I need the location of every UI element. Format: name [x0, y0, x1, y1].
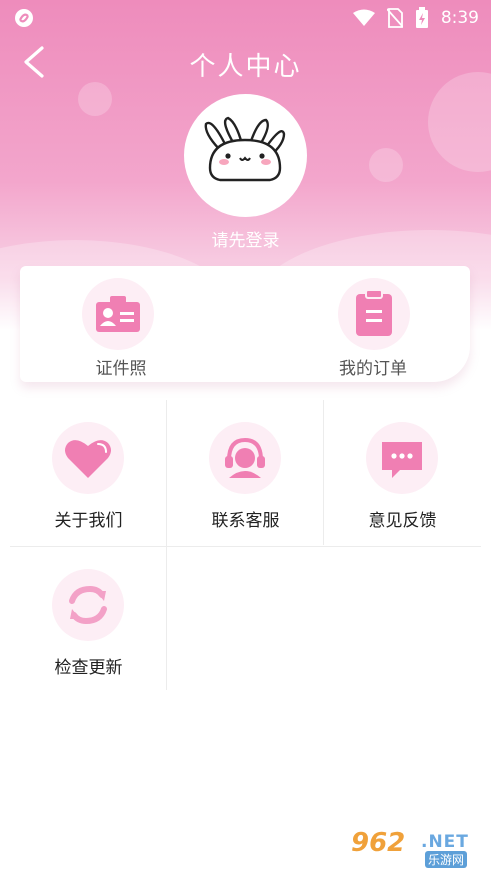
- my-orders-button[interactable]: 我的订单: [288, 266, 458, 382]
- about-us-button[interactable]: 关于我们: [10, 400, 167, 545]
- id-card-icon: [96, 296, 140, 332]
- contact-service-label: 联系客服: [211, 511, 280, 531]
- menu-grid: 关于我们 联系客服 意见反馈 检查更新: [10, 400, 481, 690]
- battery-icon: [415, 7, 428, 28]
- quick-actions-card: 证件照 我的订单: [20, 266, 470, 382]
- wifi-icon: [352, 9, 375, 26]
- watermark-subtitle: 乐游网: [425, 851, 468, 868]
- app-indicator-icon: [15, 9, 33, 27]
- page-title: 个人中心: [189, 52, 302, 82]
- bunny-avatar-icon: [204, 116, 286, 182]
- order-clipboard-icon: [356, 289, 392, 336]
- check-update-label: 检查更新: [54, 658, 123, 678]
- status-bar: 8:39: [0, 0, 491, 36]
- login-prompt[interactable]: 请先登录: [0, 226, 491, 251]
- refresh-icon: [69, 585, 107, 625]
- avatar[interactable]: [184, 94, 307, 217]
- decor-bubble: [428, 72, 491, 172]
- customer-service-icon: [225, 437, 265, 478]
- id-photo-button[interactable]: 证件照: [36, 266, 206, 382]
- icon-circle: [366, 422, 438, 494]
- icon-circle: [82, 278, 154, 350]
- decor-bubble: [369, 148, 403, 182]
- feedback-label: 意见反馈: [368, 511, 437, 531]
- contact-service-button[interactable]: 联系客服: [167, 400, 324, 545]
- watermark-number: 962: [351, 828, 406, 858]
- about-us-label: 关于我们: [54, 511, 123, 531]
- watermark-logo: 962 .NET 乐游网: [351, 826, 483, 868]
- feedback-button[interactable]: 意见反馈: [324, 400, 481, 545]
- id-photo-label: 证件照: [95, 359, 147, 379]
- feedback-chat-icon: [382, 442, 422, 478]
- icon-circle: [52, 422, 124, 494]
- my-orders-label: 我的订单: [339, 359, 407, 379]
- check-update-button[interactable]: 检查更新: [10, 547, 167, 692]
- icon-circle: [52, 569, 124, 641]
- heart-icon: [65, 440, 111, 478]
- no-sim-icon: [386, 8, 403, 28]
- status-time: 8:39: [440, 8, 479, 28]
- icon-circle: [209, 422, 281, 494]
- decor-bubble: [78, 82, 112, 116]
- watermark-suffix: .NET: [421, 832, 469, 852]
- icon-circle: [338, 278, 410, 350]
